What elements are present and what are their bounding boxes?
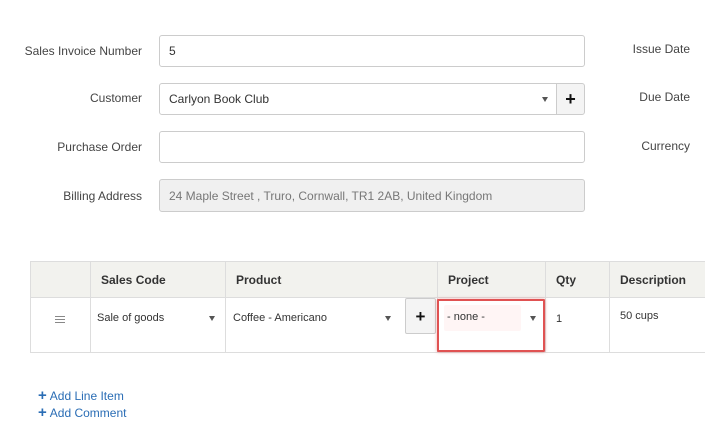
header-description: Description (609, 262, 705, 298)
add-line-item-link[interactable]: + Add Line Item (38, 388, 124, 403)
header-product: Product (225, 262, 437, 298)
add-product-button[interactable]: + (405, 298, 436, 334)
qty-value: 1 (556, 313, 563, 325)
header-project: Project (437, 262, 545, 298)
table-row: Sale of goods Coffee - Americano + - non… (31, 298, 705, 353)
purchase-order-input[interactable] (159, 131, 585, 163)
plus-icon: + (415, 306, 426, 326)
sales-code-select[interactable]: Sale of goods (91, 306, 224, 330)
add-line-item-label: Add Line Item (49, 388, 124, 403)
currency-label: Currency (641, 139, 690, 153)
project-highlight-box (437, 299, 545, 352)
customer-label: Customer (89, 91, 142, 105)
line-items-table: Sales Code Product Project Qty Descripti… (30, 261, 705, 353)
invoice-number-label: Sales Invoice Number (24, 44, 142, 58)
header-sales-code: Sales Code (90, 262, 225, 298)
chevron-down-icon (209, 316, 215, 321)
add-comment-label: Add Comment (49, 405, 127, 420)
qty-input[interactable]: 1 (546, 302, 608, 332)
plus-icon: + (38, 404, 47, 421)
table-header: Sales Code Product Project Qty Descripti… (31, 262, 705, 298)
billing-address-label: Billing Address (63, 189, 142, 203)
customer-value: Carlyon Book Club (169, 92, 270, 106)
chevron-down-icon (542, 97, 548, 102)
description-input[interactable]: 50 cups (610, 302, 705, 350)
plus-icon: + (38, 387, 47, 404)
customer-select[interactable]: Carlyon Book Club (159, 83, 557, 115)
issue-date-label: Issue Date (632, 42, 690, 56)
header-qty: Qty (545, 262, 609, 298)
header-drag-col (31, 262, 90, 298)
billing-address-value: 24 Maple Street , Truro, Cornwall, TR1 2… (169, 188, 493, 203)
add-customer-button[interactable]: + (556, 83, 585, 115)
plus-icon: + (565, 89, 576, 109)
product-select[interactable]: Coffee - Americano (226, 306, 404, 330)
description-value: 50 cups (620, 310, 659, 322)
invoice-number-input[interactable]: 5 (159, 35, 585, 67)
invoice-number-value: 5 (169, 44, 176, 58)
drag-handle-icon[interactable] (55, 316, 65, 323)
billing-address-field: 24 Maple Street , Truro, Cornwall, TR1 2… (159, 179, 585, 212)
due-date-label: Due Date (639, 90, 690, 104)
product-value: Coffee - Americano (233, 312, 327, 324)
purchase-order-label: Purchase Order (57, 140, 142, 154)
chevron-down-icon (385, 316, 391, 321)
add-comment-link[interactable]: + Add Comment (38, 405, 126, 420)
sales-code-value: Sale of goods (97, 312, 165, 324)
